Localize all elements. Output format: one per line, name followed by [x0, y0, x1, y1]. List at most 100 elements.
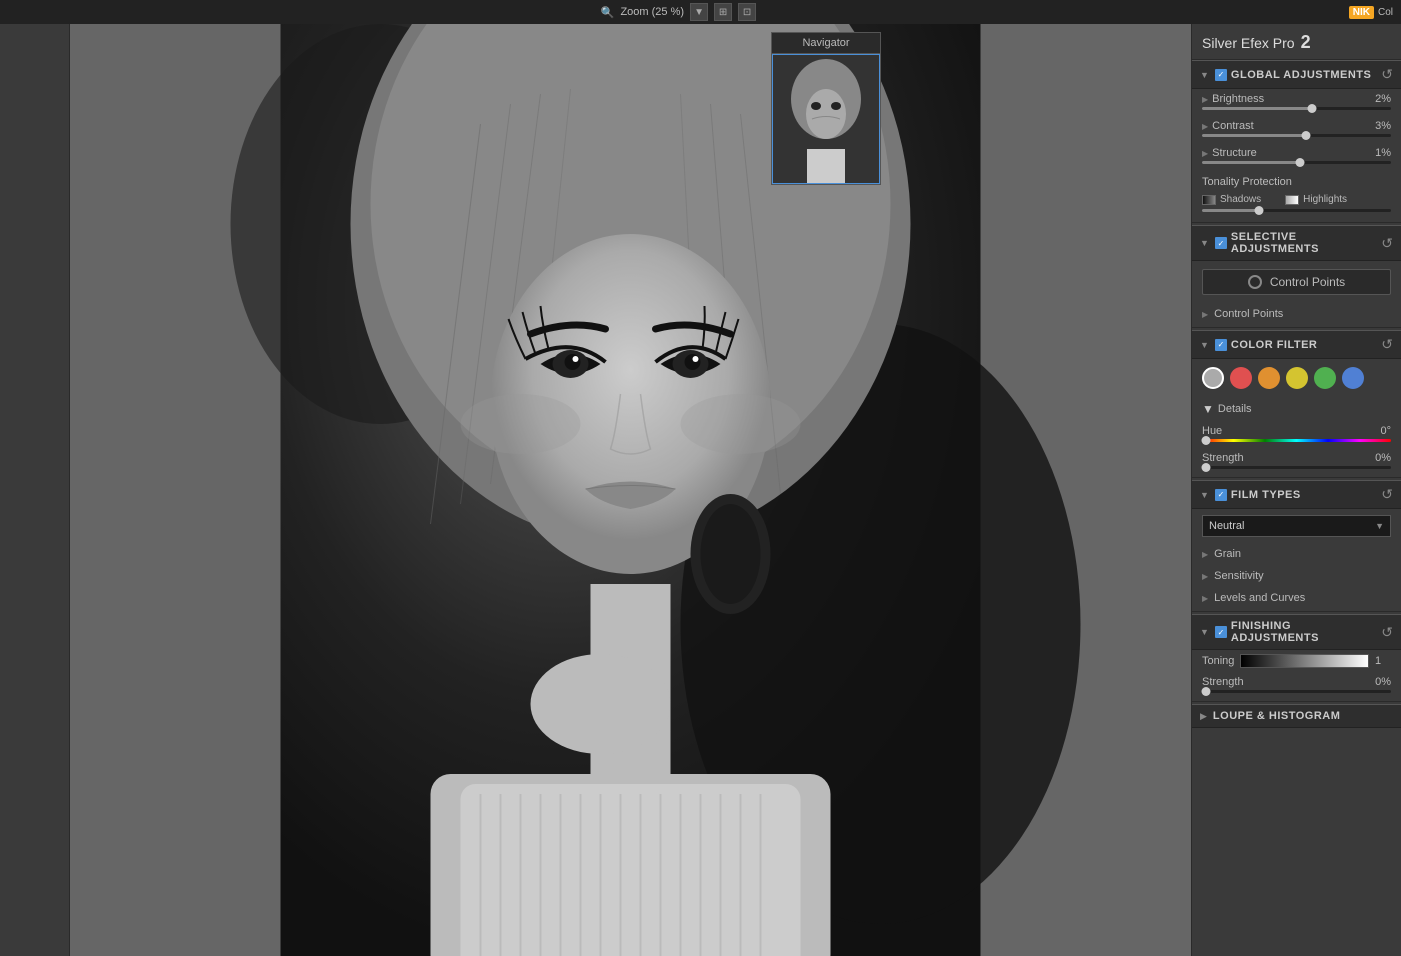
- grain-item[interactable]: ▶ Grain: [1192, 543, 1401, 565]
- color-filter-reset[interactable]: ↺: [1381, 336, 1393, 353]
- color-filter-chevron: ▼: [1200, 340, 1209, 350]
- shadows-btn[interactable]: Shadows: [1202, 194, 1261, 205]
- details-header[interactable]: ▼ Details: [1192, 397, 1401, 421]
- tonality-row: Shadows Highlights: [1202, 194, 1391, 205]
- film-types-header[interactable]: ▼ ✓ FILM TYPES ↺: [1192, 480, 1401, 509]
- contrast-thumb[interactable]: [1301, 131, 1310, 140]
- left-sidebar: [0, 24, 70, 956]
- color-strength-row: Strength 0%: [1192, 448, 1401, 475]
- details-label: Details: [1218, 403, 1252, 415]
- structure-label[interactable]: ▶ Structure: [1202, 147, 1257, 159]
- color-strength-thumb[interactable]: [1201, 463, 1210, 472]
- photo-canvas: [70, 24, 1191, 956]
- zoom-fit-icon[interactable]: ⊞: [714, 3, 732, 21]
- swatch-orange[interactable]: [1258, 367, 1280, 389]
- search-icon: 🔍: [601, 6, 615, 19]
- color-filter-title: COLOR FILTER: [1231, 339, 1377, 351]
- finishing-adj-chevron: ▼: [1200, 627, 1209, 637]
- film-types-chevron: ▼: [1200, 490, 1209, 500]
- col-label: Col: [1378, 7, 1393, 18]
- levels-curves-expand-icon: ▶: [1202, 594, 1208, 603]
- color-strength-track[interactable]: [1202, 466, 1391, 469]
- film-types-title: FILM TYPES: [1231, 489, 1377, 501]
- loupe-histogram-header[interactable]: ▶ LOUPE & HISTOGRAM: [1192, 704, 1401, 728]
- contrast-label[interactable]: ▶ Contrast: [1202, 120, 1254, 132]
- selective-adj-title: SELECTIVE ADJUSTMENTS: [1231, 231, 1377, 255]
- sensitivity-label: Sensitivity: [1214, 570, 1264, 582]
- color-strength-value: 0%: [1375, 452, 1391, 464]
- zoom-actual-icon[interactable]: ⊡: [738, 3, 756, 21]
- tonality-section: Tonality Protection Shadows Highlights: [1192, 170, 1401, 220]
- brightness-value: 2%: [1375, 93, 1391, 105]
- swatch-neutral[interactable]: [1202, 367, 1224, 389]
- zoom-label: Zoom (25 %): [620, 6, 684, 18]
- structure-value: 1%: [1375, 147, 1391, 159]
- hue-track[interactable]: [1202, 439, 1391, 442]
- shadows-track[interactable]: [1202, 209, 1391, 212]
- finishing-strength-track[interactable]: [1202, 690, 1391, 693]
- control-points-list-expand-icon: ▶: [1202, 310, 1208, 319]
- film-type-selected: Neutral: [1209, 520, 1244, 532]
- control-points-button[interactable]: Control Points: [1202, 269, 1391, 295]
- film-dropdown-arrow-icon: ▼: [1375, 521, 1384, 531]
- levels-curves-label: Levels and Curves: [1214, 592, 1305, 604]
- hue-thumb[interactable]: [1201, 436, 1210, 445]
- highlights-label: Highlights: [1303, 194, 1347, 205]
- global-adj-reset[interactable]: ↺: [1381, 66, 1393, 83]
- sensitivity-item[interactable]: ▶ Sensitivity: [1192, 565, 1401, 587]
- grain-expand-icon: ▶: [1202, 550, 1208, 559]
- shadows-thumb[interactable]: [1254, 206, 1263, 215]
- color-filter-header[interactable]: ▼ ✓ COLOR FILTER ↺: [1192, 330, 1401, 359]
- top-bar: 🔍 Zoom (25 %) ▼ ⊞ ⊡ NIK Col: [0, 0, 1401, 24]
- control-points-list-label: Control Points: [1214, 308, 1283, 320]
- control-points-list-item[interactable]: ▶ Control Points: [1192, 303, 1401, 325]
- finishing-adj-header[interactable]: ▼ ✓ FINISHING ADJUSTMENTS ↺: [1192, 614, 1401, 650]
- selective-adj-reset[interactable]: ↺: [1381, 235, 1393, 252]
- finishing-strength-thumb[interactable]: [1201, 687, 1210, 696]
- brightness-expand-icon: ▶: [1202, 95, 1208, 104]
- sensitivity-expand-icon: ▶: [1202, 572, 1208, 581]
- selective-adj-chevron: ▼: [1200, 238, 1209, 248]
- structure-expand-icon: ▶: [1202, 149, 1208, 158]
- film-type-dropdown[interactable]: Neutral ▼: [1202, 515, 1391, 537]
- color-filter-check[interactable]: ✓: [1215, 339, 1227, 351]
- selective-adj-check[interactable]: ✓: [1215, 237, 1227, 249]
- levels-curves-item[interactable]: ▶ Levels and Curves: [1192, 587, 1401, 609]
- film-types-check[interactable]: ✓: [1215, 489, 1227, 501]
- swatch-red[interactable]: [1230, 367, 1252, 389]
- divider-5: [1192, 701, 1401, 702]
- swatch-green[interactable]: [1314, 367, 1336, 389]
- right-panel: Silver Efex Pro 2 ▼ ✓ GLOBAL ADJUSTMENTS…: [1191, 24, 1401, 956]
- swatch-blue[interactable]: [1342, 367, 1364, 389]
- structure-thumb[interactable]: [1296, 158, 1305, 167]
- global-adj-check[interactable]: ✓: [1215, 69, 1227, 81]
- highlights-icon: [1285, 195, 1299, 205]
- structure-track[interactable]: [1202, 161, 1391, 164]
- toning-gradient[interactable]: [1240, 654, 1369, 668]
- finishing-adj-reset[interactable]: ↺: [1381, 624, 1393, 641]
- global-adjustments-header[interactable]: ▼ ✓ GLOBAL ADJUSTMENTS ↺: [1192, 60, 1401, 89]
- highlights-btn[interactable]: Highlights: [1285, 194, 1347, 205]
- canvas-area: Navigator: [70, 24, 1191, 956]
- divider-1: [1192, 222, 1401, 223]
- selective-adj-header[interactable]: ▼ ✓ SELECTIVE ADJUSTMENTS ↺: [1192, 225, 1401, 261]
- film-types-reset[interactable]: ↺: [1381, 486, 1393, 503]
- top-bar-right: NIK Col: [1349, 6, 1393, 19]
- grain-label: Grain: [1214, 548, 1241, 560]
- brightness-track[interactable]: [1202, 107, 1391, 110]
- app-title-text: Silver Efex Pro: [1202, 35, 1295, 51]
- navigator-title: Navigator: [772, 33, 880, 54]
- nik-badge: NIK: [1349, 6, 1374, 19]
- brightness-label[interactable]: ▶ Brightness: [1202, 93, 1264, 105]
- zoom-dropdown[interactable]: ▼: [690, 3, 708, 21]
- navigator-panel: Navigator: [771, 32, 881, 185]
- loupe-title: LOUPE & HISTOGRAM: [1213, 710, 1393, 722]
- finishing-adj-check[interactable]: ✓: [1215, 626, 1227, 638]
- contrast-track[interactable]: [1202, 134, 1391, 137]
- zoom-control[interactable]: 🔍 Zoom (25 %) ▼ ⊞ ⊡: [601, 3, 756, 21]
- brightness-thumb[interactable]: [1307, 104, 1316, 113]
- hue-value: 0°: [1380, 425, 1391, 437]
- contrast-row: ▶ Contrast 3%: [1192, 116, 1401, 143]
- swatch-yellow[interactable]: [1286, 367, 1308, 389]
- contrast-expand-icon: ▶: [1202, 122, 1208, 131]
